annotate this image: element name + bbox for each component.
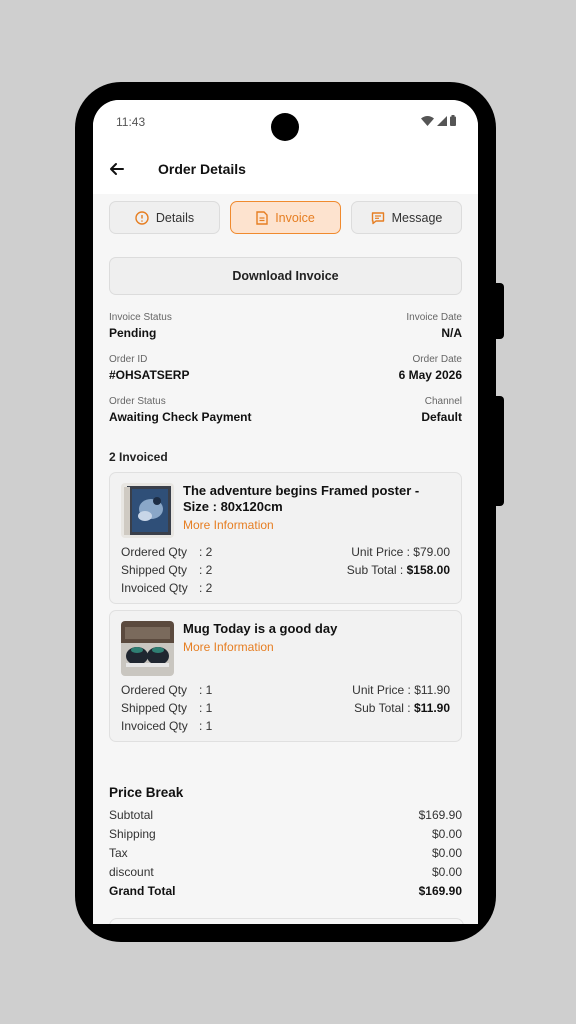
- invoiced-count: 2 Invoiced: [109, 450, 168, 464]
- shipped-qty: Shipped Qty : 2: [121, 563, 212, 577]
- signal-icon: [437, 115, 447, 126]
- invoiced-qty-label: Invoiced Qty: [121, 719, 188, 733]
- sub-total-value: $158.00: [406, 563, 450, 577]
- price-row-tax: Tax $0.00: [109, 846, 462, 862]
- order-id-label: Order ID: [109, 354, 148, 365]
- price-row-label: Grand Total: [109, 884, 176, 898]
- invoice-date-label: Invoice Date: [406, 312, 462, 323]
- ordered-qty-label: Ordered Qty: [121, 683, 188, 697]
- ordered-qty-value: : 2: [199, 545, 213, 559]
- ordered-qty: Ordered Qty : 2: [121, 545, 212, 559]
- order-status-label: Order Status: [109, 396, 166, 407]
- tab-details[interactable]: Details: [109, 201, 220, 234]
- product-name: The adventure begins Framed poster - Siz…: [183, 483, 420, 514]
- sub-total-label: Sub Total :: [354, 701, 411, 715]
- shipped-qty-label: Shipped Qty: [121, 701, 188, 715]
- more-information-link[interactable]: More Information: [183, 640, 274, 654]
- wifi-icon: [421, 115, 434, 126]
- list-item: The adventure begins Framed poster - Siz…: [109, 472, 462, 604]
- order-date-value: 6 May 2026: [398, 368, 462, 382]
- invoiced-qty-label: Invoiced Qty: [121, 581, 188, 595]
- price-row-value: $169.90: [418, 808, 462, 822]
- product-image-mug[interactable]: [121, 621, 174, 676]
- tab-invoice-label: Invoice: [275, 210, 315, 225]
- shipped-qty-value: : 1: [199, 701, 213, 715]
- document-icon: [256, 210, 268, 225]
- price-row-grand-total: Grand Total $169.90: [109, 884, 462, 900]
- tab-invoice[interactable]: Invoice: [230, 201, 341, 234]
- sub-total-value: $11.90: [413, 701, 450, 715]
- product-name: Mug Today is a good day: [183, 621, 338, 636]
- invoiced-qty: Invoiced Qty : 2: [121, 581, 212, 595]
- ordered-qty: Ordered Qty : 1: [121, 683, 212, 697]
- invoice-status-label: Invoice Status: [109, 312, 172, 323]
- price-row-value: $0.00: [431, 865, 462, 879]
- price-row-label: discount: [109, 865, 154, 879]
- channel-value: Default: [421, 410, 462, 424]
- unit-price-value: $79.00: [413, 545, 450, 559]
- unit-price-label: Unit Price :: [352, 683, 411, 697]
- info-icon: [135, 210, 149, 225]
- product-image-poster[interactable]: [121, 483, 174, 538]
- more-information-link[interactable]: More Information: [183, 518, 274, 532]
- unit-price-value: $11.90: [414, 683, 450, 697]
- invoice-date-value: N/A: [441, 326, 462, 340]
- front-camera: [271, 113, 299, 141]
- battery-icon: [450, 115, 456, 126]
- sub-total-label: Sub Total :: [346, 563, 404, 577]
- invoiced-qty: Invoiced Qty : 1: [121, 719, 212, 733]
- price-row-value: $0.00: [431, 827, 462, 841]
- price-row-value: $169.90: [418, 884, 462, 898]
- download-invoice-button[interactable]: Download Invoice: [109, 257, 462, 295]
- price-row-subtotal: Subtotal $169.90: [109, 808, 462, 824]
- price-row-label: Tax: [109, 846, 128, 860]
- invoice-status-row: Invoice Status Pending Invoice Date N/A: [109, 312, 462, 342]
- app-bar: Order Details: [93, 145, 478, 194]
- sub-total: Sub Total : $158.00: [347, 563, 450, 577]
- shipped-qty: Shipped Qty : 1: [121, 701, 212, 715]
- invoice-status-value: Pending: [109, 326, 157, 340]
- page-title: Order Details: [158, 161, 246, 177]
- order-status-row: Order Status Awaiting Check Payment Chan…: [109, 396, 462, 426]
- app-screen: 11:43 Order Details Details Invoice Mess…: [93, 100, 478, 924]
- volume-button: [496, 396, 504, 506]
- tab-message-label: Message: [391, 210, 443, 225]
- unit-price: Unit Price : $11.90: [352, 683, 450, 697]
- message-icon: [371, 211, 384, 224]
- status-bar: 11:43: [93, 100, 478, 145]
- price-row-shipping: Shipping $0.00: [109, 827, 462, 843]
- system-icons: [421, 115, 456, 126]
- invoiced-qty-value: : 1: [199, 719, 213, 733]
- unit-price: Unit Price : $79.00: [351, 545, 450, 559]
- back-arrow-icon[interactable]: [107, 159, 127, 179]
- ordered-qty-value: : 1: [199, 683, 213, 697]
- tab-bar: Details Invoice Message: [109, 201, 462, 237]
- price-row-label: Subtotal: [109, 808, 154, 822]
- unit-price-label: Unit Price :: [351, 545, 410, 559]
- ordered-qty-label: Ordered Qty: [121, 545, 188, 559]
- channel-label: Channel: [424, 396, 462, 407]
- order-id-value: #OHSATSERP: [109, 368, 190, 382]
- shipped-qty-value: : 2: [199, 563, 213, 577]
- sub-total: Sub Total : $11.90: [354, 701, 450, 715]
- invoiced-qty-value: : 2: [199, 581, 213, 595]
- price-break-title: Price Break: [109, 785, 184, 800]
- shipped-qty-label: Shipped Qty: [121, 563, 188, 577]
- tab-message[interactable]: Message: [351, 201, 462, 234]
- price-row-value: $0.00: [431, 846, 462, 860]
- next-card-edge: [109, 918, 464, 924]
- price-row-label: Shipping: [109, 827, 156, 841]
- tab-details-label: Details: [155, 210, 195, 225]
- price-row-discount: discount $0.00: [109, 865, 462, 881]
- order-date-label: Order Date: [412, 354, 462, 365]
- status-time: 11:43: [116, 115, 146, 129]
- power-button: [496, 283, 504, 339]
- list-item: Mug Today is a good day More Information…: [109, 610, 462, 742]
- order-id-row: Order ID #OHSATSERP Order Date 6 May 202…: [109, 354, 462, 384]
- order-status-value: Awaiting Check Payment: [109, 410, 252, 424]
